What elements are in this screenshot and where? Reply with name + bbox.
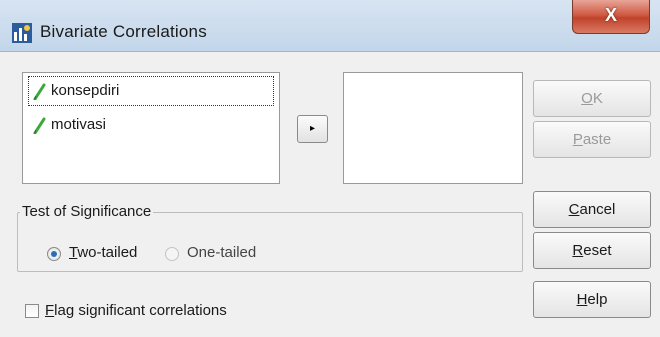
- cancel-button[interactable]: Cancel: [533, 191, 651, 228]
- help-label: elp: [587, 291, 608, 308]
- cancel-mnemonic: C: [568, 201, 580, 218]
- paste-label: aste: [582, 131, 612, 148]
- group-legend: Test of Significance: [20, 203, 154, 220]
- test-of-significance-group: [17, 212, 523, 272]
- help-button[interactable]: Help: [533, 281, 651, 318]
- variable-label: konsepdiri: [51, 82, 120, 99]
- target-variable-list[interactable]: [343, 72, 523, 184]
- list-item-motivasi[interactable]: motivasi: [29, 111, 273, 139]
- list-item-konsepdiri[interactable]: konsepdiri: [28, 76, 274, 106]
- dialog-body: konsepdiri motivasi ▸ OK Paste Cancel Re…: [0, 52, 660, 337]
- spss-app-icon: [12, 23, 32, 43]
- one-tailed-radio[interactable]: [165, 247, 179, 261]
- flag-text: lag significant correlations: [54, 302, 227, 319]
- cancel-label: ancel: [579, 201, 616, 218]
- close-icon: X: [604, 5, 617, 25]
- two-tailed-label[interactable]: Two-tailed: [69, 244, 137, 261]
- flag-significant-label[interactable]: Flag significant correlations: [45, 302, 227, 319]
- paste-mnemonic: P: [572, 131, 583, 148]
- two-tailed-radio[interactable]: [47, 247, 61, 261]
- flag-mnemonic: F: [45, 302, 55, 319]
- reset-mnemonic: R: [572, 242, 584, 259]
- close-button[interactable]: X: [572, 0, 650, 34]
- reset-label: eset: [583, 242, 612, 259]
- scale-pencil-icon: [33, 83, 46, 100]
- reset-button[interactable]: Reset: [533, 232, 651, 269]
- source-variable-list[interactable]: konsepdiri motivasi: [22, 72, 280, 184]
- window-title: Bivariate Correlations: [40, 22, 207, 41]
- ok-button[interactable]: OK: [533, 80, 651, 117]
- variable-label: motivasi: [51, 116, 107, 133]
- help-mnemonic: H: [576, 291, 588, 308]
- scale-pencil-icon: [33, 117, 46, 134]
- one-tailed-label[interactable]: One-tailed: [187, 244, 256, 261]
- ok-mnemonic: O: [581, 90, 593, 107]
- title-bar: Bivariate Correlations X: [0, 0, 660, 52]
- arrow-right-icon: ▸: [309, 123, 316, 134]
- two-tailed-text: wo-tailed: [77, 244, 138, 261]
- move-to-variables-button[interactable]: ▸: [297, 115, 328, 143]
- flag-significant-checkbox[interactable]: [25, 304, 39, 318]
- paste-button[interactable]: Paste: [533, 121, 651, 158]
- ok-label: K: [592, 90, 603, 107]
